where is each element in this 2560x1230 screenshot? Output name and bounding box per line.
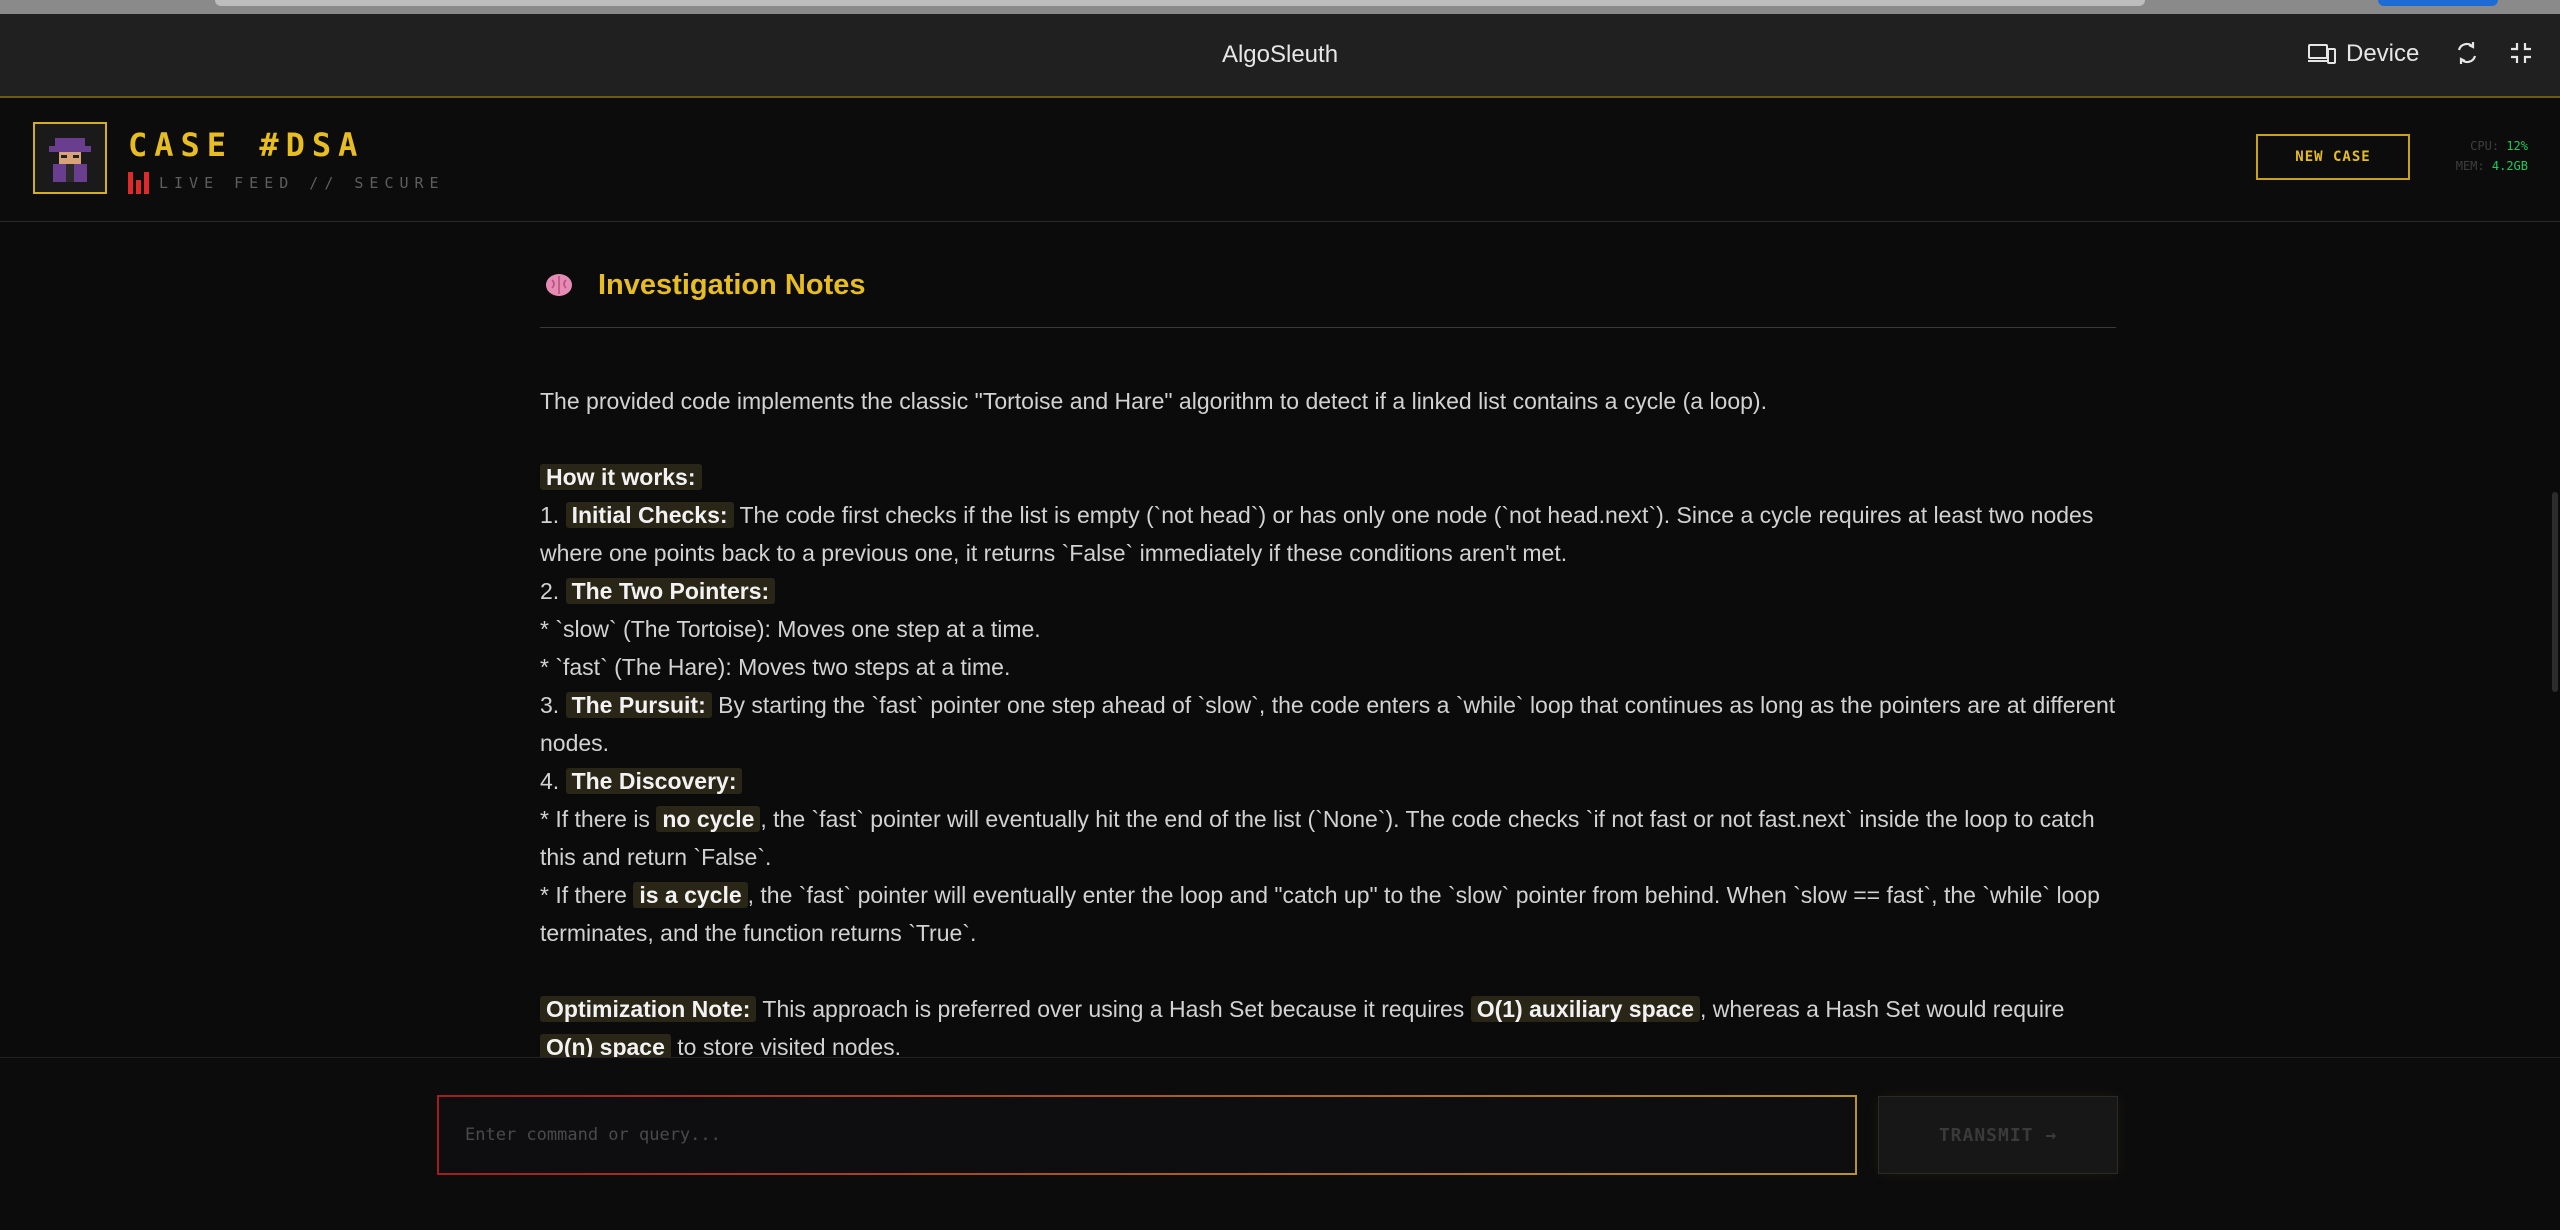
step-3-text: By starting the `fast` pointer one step … bbox=[540, 692, 2116, 756]
command-bar: TRANSMIT → bbox=[0, 1057, 2560, 1230]
o1-space-highlight: O(1) auxiliary space bbox=[1470, 996, 1701, 1022]
app-title-bar: AlgoSleuth Device bbox=[0, 14, 2560, 98]
fullscreen-icon[interactable] bbox=[2508, 40, 2534, 66]
browser-action-button[interactable] bbox=[2378, 0, 2498, 6]
step-2: 2. The Two Pointers: bbox=[540, 572, 2116, 610]
is-cycle-highlight: is a cycle bbox=[633, 882, 748, 908]
step-4-bullet-cycle: * If there is a cycle, the `fast` pointe… bbox=[540, 882, 2100, 946]
no-cycle-highlight: no cycle bbox=[656, 806, 761, 832]
step-3: 3. The Pursuit: By starting the `fast` p… bbox=[540, 692, 2116, 756]
optimization-title: Optimization Note: bbox=[540, 996, 757, 1022]
mem-label: MEM: bbox=[2455, 159, 2485, 173]
browser-chrome-strip bbox=[0, 0, 2560, 14]
step-4-title: The Discovery: bbox=[565, 768, 743, 794]
device-icon bbox=[2308, 44, 2336, 64]
step-3-title: The Pursuit: bbox=[565, 692, 712, 718]
app-title: AlgoSleuth bbox=[1221, 41, 1339, 68]
new-case-button[interactable]: NEW CASE bbox=[2256, 134, 2410, 180]
command-input[interactable] bbox=[437, 1095, 1857, 1175]
on-space-highlight: O(n) space bbox=[540, 1034, 671, 1057]
live-feed-status: LIVE FEED // SECURE bbox=[128, 172, 445, 194]
step-1-title: Initial Checks: bbox=[565, 502, 734, 528]
investigation-content[interactable]: Investigation Notes The provided code im… bbox=[0, 222, 2560, 1057]
case-title: CASE #DSA bbox=[128, 126, 365, 164]
case-header: CASE #DSA LIVE FEED // SECURE NEW CASE C… bbox=[0, 98, 2560, 222]
step-1: 1. Initial Checks: The code first checks… bbox=[540, 502, 2094, 566]
live-feed-label: LIVE FEED // SECURE bbox=[159, 174, 445, 192]
step-1-text: The code first checks if the list is emp… bbox=[540, 502, 2094, 566]
cpu-value: 12% bbox=[2506, 139, 2528, 153]
device-toggle[interactable]: Device bbox=[2308, 40, 2419, 68]
notes-body: The provided code implements the classic… bbox=[540, 382, 2116, 1057]
mem-value: 4.2GB bbox=[2491, 159, 2528, 173]
scrollbar-thumb[interactable] bbox=[2552, 492, 2558, 692]
step-4: 4. The Discovery: bbox=[540, 762, 2116, 800]
notes-heading: Investigation Notes bbox=[598, 269, 866, 301]
step-4-bullet-no-cycle: * If there is no cycle, the `fast` point… bbox=[540, 806, 2095, 870]
step-2-title: The Two Pointers: bbox=[565, 578, 776, 604]
transmit-button[interactable]: TRANSMIT → bbox=[1878, 1096, 2118, 1174]
brain-icon bbox=[546, 274, 572, 296]
detective-avatar-icon bbox=[49, 138, 91, 182]
how-it-works-heading: How it works: bbox=[540, 464, 702, 490]
avatar bbox=[33, 122, 107, 194]
step-2-bullet-slow: * `slow` (The Tortoise): Moves one step … bbox=[540, 616, 1041, 642]
notes-header: Investigation Notes bbox=[540, 242, 2116, 328]
notes-intro: The provided code implements the classic… bbox=[540, 388, 1767, 414]
cpu-label: CPU: bbox=[2470, 139, 2500, 153]
optimization-note: Optimization Note: This approach is pref… bbox=[540, 990, 2116, 1057]
signal-bars-icon bbox=[128, 172, 149, 194]
system-stats: CPU: 12% MEM: 4.2GB bbox=[2428, 136, 2528, 176]
step-2-bullet-fast: * `fast` (The Hare): Moves two steps at … bbox=[540, 654, 1011, 680]
sync-icon[interactable] bbox=[2454, 40, 2480, 66]
address-bar[interactable] bbox=[215, 0, 2145, 6]
device-label: Device bbox=[2346, 40, 2420, 67]
